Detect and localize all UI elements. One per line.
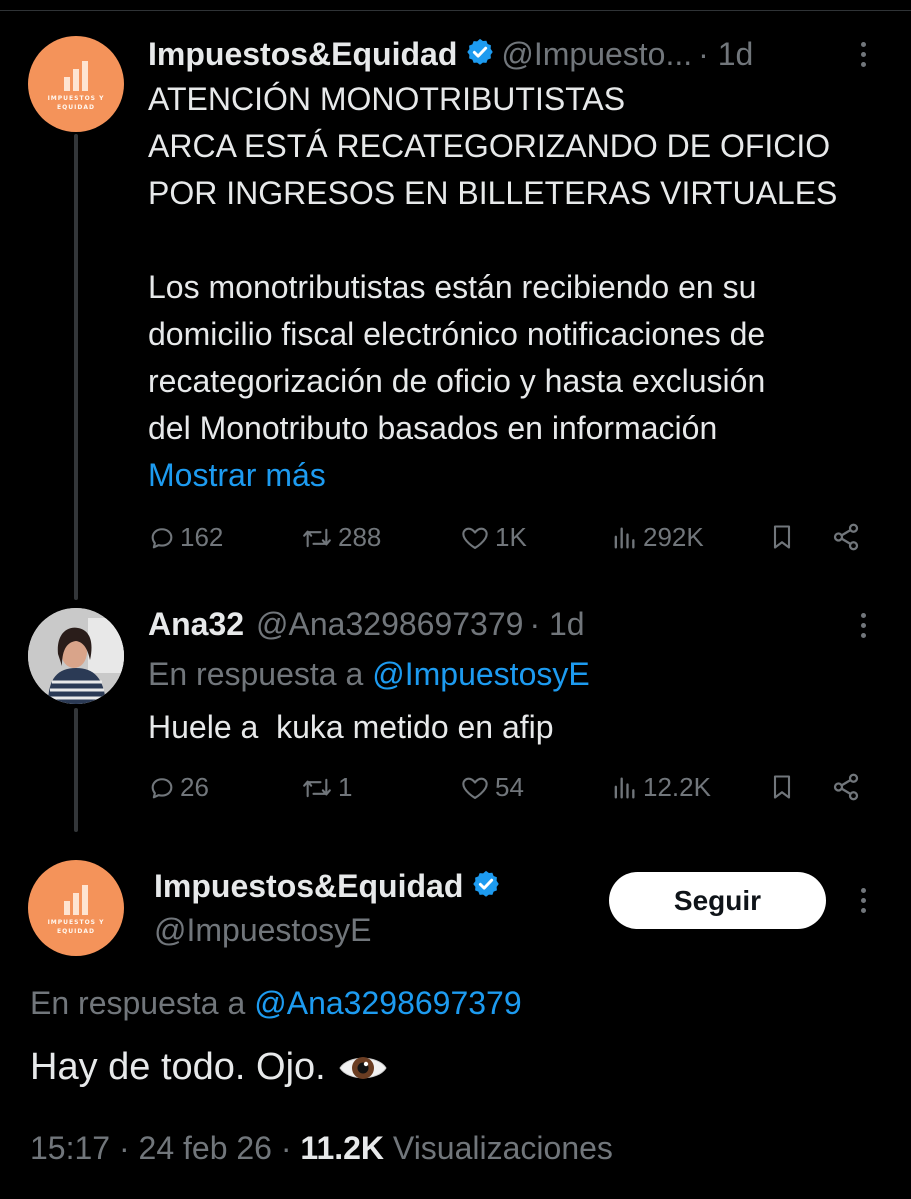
reply-button[interactable]: 26 [148,772,209,803]
like-button[interactable]: 1K [459,522,527,553]
tweet-line: del Monotributo basados en información [148,410,718,446]
view-count: 11.2K [300,1130,385,1166]
reply-to-link[interactable]: @Ana3298697379 [254,985,521,1022]
tweet-actions: 162 288 1K 292K [148,522,868,562]
reply-icon [151,527,173,548]
avatar[interactable]: IMPUESTOS Y EQUIDAD [28,36,124,132]
views-label: Visualizaciones [392,1130,613,1166]
author-handle[interactable]: @Impuesto... [501,36,692,73]
repost-icon [303,528,331,547]
heart-icon [462,777,488,799]
tweet-line: ARCA ESTÁ RECATEGORIZANDO DE OFICIO [148,128,831,164]
thread-connector [74,708,78,832]
reply-prefix: En respuesta a [148,655,364,692]
avatar[interactable]: IMPUESTOS Y EQUIDAD [28,860,124,956]
author-name[interactable]: Ana32 [148,606,244,643]
reply-icon [151,777,173,798]
tweet-line: ATENCIÓN MONOTRIBUTISTAS [148,81,626,117]
views-button[interactable]: 292K [609,522,704,553]
repost-button[interactable]: 288 [300,522,381,553]
person-photo-icon [28,608,124,704]
tweet-line [148,217,888,264]
views-button[interactable]: 12.2K [609,772,711,803]
thread-connector [74,134,78,600]
tweet-body: Huele a kuka metido en afip [148,709,554,745]
reply-count: 162 [180,522,224,552]
view-count: 292K [643,522,704,552]
reply-context: En respuesta a @Ana3298697379 [30,980,522,1026]
avatar-logo-text: IMPUESTOS Y EQUIDAD [47,918,105,935]
repost-button[interactable]: 1 [300,772,352,803]
tweet-line: recategorización de oficio y hasta exclu… [148,363,766,399]
share-icon [833,773,859,801]
tweet-line: POR INGRESOS EN BILLETERAS VIRTUALES [148,175,838,211]
like-button[interactable]: 54 [459,772,524,803]
timestamp[interactable]: · 1d [698,36,753,73]
show-more-link[interactable]: Mostrar más [148,452,888,499]
repost-icon [303,778,331,797]
top-divider [0,10,911,11]
analytics-icon [614,527,635,548]
more-options-icon[interactable] [861,888,866,913]
tweet-header: Ana32 @Ana3298697379 · 1d [148,602,585,646]
repost-count: 288 [338,522,382,552]
author-handle[interactable]: @Ana3298697379 [256,606,523,643]
share-icon [833,523,859,551]
tweet-header: Impuestos&Equidad @Impuesto... · 1d [148,32,753,76]
bookmark-icon [773,525,791,549]
author-name[interactable]: Impuestos&Equidad [154,868,463,905]
reply-prefix: En respuesta a [30,984,246,1021]
tweet-line: domicilio fiscal electrónico notificacio… [148,316,766,352]
view-count: 12.2K [643,772,711,802]
author-handle-row: @ImpuestosyE [154,908,371,952]
avatar-logo-text: IMPUESTOS Y EQUIDAD [47,94,105,111]
heart-icon [462,527,488,549]
avatar[interactable] [28,608,124,704]
like-count: 54 [495,772,524,802]
tweet-meta: 15:17 · 24 feb 26 · 11.2K Visualizacione… [30,1130,613,1167]
verified-badge-icon [465,37,495,72]
more-options-icon[interactable] [861,613,866,638]
reply-context: En respuesta a @ImpuestosyE [148,652,590,696]
bookmark-button[interactable] [768,772,796,802]
more-options-icon[interactable] [861,42,866,67]
share-button[interactable] [830,772,862,802]
tweet-actions: 26 1 54 12.2K [148,772,868,812]
bookmark-icon [773,775,791,799]
follow-button[interactable]: Seguir [609,872,826,929]
tweet-body: ATENCIÓN MONOTRIBUTISTAS ARCA ESTÁ RECAT… [148,76,888,499]
bookmark-button[interactable] [768,522,796,552]
tweet-text: Hay de todo. Ojo. [30,1046,326,1088]
repost-count: 1 [338,772,353,802]
tweet-body: Hay de todo. Ojo. [30,1046,388,1089]
share-button[interactable] [830,522,862,552]
logo-bars-icon [64,60,88,91]
reply-button[interactable]: 162 [148,522,223,553]
logo-bars-icon [64,884,88,915]
timestamp[interactable]: 15:17 · 24 feb 26 · [30,1130,292,1166]
author-handle[interactable]: @ImpuestosyE [154,912,371,949]
author-name[interactable]: Impuestos&Equidad [148,36,457,73]
reply-count: 26 [180,772,209,802]
verified-badge-icon [471,869,501,904]
like-count: 1K [495,522,527,552]
reply-to-link[interactable]: @ImpuestosyE [372,656,589,693]
analytics-icon [614,777,635,798]
timestamp[interactable]: · 1d [529,606,584,643]
tweet-header: Impuestos&Equidad [154,864,507,908]
tweet-line: Los monotributistas están recibiendo en … [148,269,757,305]
eye-emoji-icon [338,1051,388,1085]
